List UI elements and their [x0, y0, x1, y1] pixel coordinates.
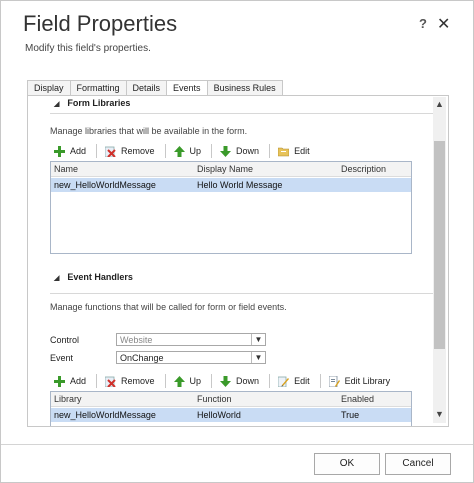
green-up-arrow-icon [173, 375, 185, 387]
field-properties-dialog: Field Properties Modify this field's pro… [0, 0, 474, 483]
pencil-edit-icon [277, 376, 290, 387]
handler-library-cell: new_HelloWorldMessage [54, 410, 156, 420]
edit-library-button[interactable]: Edit [276, 143, 314, 159]
control-value: Website [120, 335, 153, 345]
column-header-function[interactable]: Function [197, 392, 232, 406]
remove-handler-button[interactable]: Remove [103, 373, 159, 389]
collapse-triangle-icon[interactable]: ◢ [54, 275, 59, 282]
add-label: Add [70, 376, 87, 386]
folder-edit-icon [277, 146, 290, 157]
close-button[interactable]: ✕ [437, 14, 450, 34]
toolbar-separator [164, 374, 166, 388]
remove-library-button[interactable]: Remove [103, 143, 159, 159]
ok-button[interactable]: OK [314, 453, 380, 475]
column-header-display-name[interactable]: Display Name [197, 162, 253, 176]
toolbar-separator [211, 144, 213, 158]
column-header-enabled[interactable]: Enabled [341, 392, 374, 406]
cancel-button[interactable]: Cancel [385, 453, 451, 475]
green-down-arrow-icon [220, 375, 232, 387]
collapse-triangle-icon[interactable]: ◢ [54, 101, 59, 108]
scroll-up-icon[interactable]: ▲ [433, 97, 446, 111]
event-handlers-header[interactable]: ◢ Event Handlers [54, 272, 133, 282]
form-libraries-grid: Name Display Name Description new_HelloW… [50, 161, 412, 254]
tab-details[interactable]: Details [125, 80, 168, 95]
scroll-thumb[interactable] [434, 141, 445, 349]
toolbar-separator [269, 144, 271, 158]
column-header-name[interactable]: Name [54, 162, 78, 176]
add-handler-button[interactable]: Add [52, 373, 90, 389]
divider [50, 293, 434, 294]
help-button[interactable]: ? [419, 16, 427, 31]
tab-business-rules[interactable]: Business Rules [206, 80, 283, 95]
up-label: Up [189, 376, 202, 386]
tab-events[interactable]: Events [166, 80, 208, 96]
chevron-down-icon: ▼ [251, 334, 265, 345]
tab-formatting[interactable]: Formatting [69, 80, 127, 95]
panel-scrollbar[interactable]: ▲ ▼ [433, 97, 446, 423]
edit-label: Edit [294, 376, 310, 386]
event-label: Event [50, 353, 74, 363]
column-header-description[interactable]: Description [341, 162, 386, 176]
down-label: Down [236, 376, 260, 386]
library-display-name-cell: Hello World Message [197, 180, 283, 190]
form-libraries-header[interactable]: ◢ Form Libraries [54, 98, 130, 108]
toolbar-separator [269, 374, 271, 388]
add-library-button[interactable]: Add [52, 143, 90, 159]
event-handlers-grid: Library Function Enabled new_HelloWorldM… [50, 391, 412, 426]
toolbar-separator [96, 144, 98, 158]
toolbar-separator [96, 374, 98, 388]
chevron-down-icon: ▼ [251, 352, 265, 363]
down-handler-button[interactable]: Down [218, 373, 263, 389]
event-select[interactable]: OnChange ▼ [116, 351, 266, 364]
event-value: OnChange [120, 353, 164, 363]
form-libraries-description: Manage libraries that will be available … [50, 126, 248, 136]
form-libraries-toolbar: Add Remove Up Down Edit [52, 143, 314, 159]
divider [50, 113, 434, 114]
remove-label: Remove [121, 376, 155, 386]
library-name-cell: new_HelloWorldMessage [54, 180, 156, 190]
edit-library-label: Edit Library [344, 376, 391, 386]
up-handler-button[interactable]: Up [172, 373, 206, 389]
event-handlers-description: Manage functions that will be called for… [50, 302, 287, 312]
red-x-icon [104, 146, 116, 158]
dialog-title: Field Properties [23, 11, 178, 36]
grid-header-row: Library Function Enabled [51, 392, 411, 407]
events-panel: ◢ Form Libraries Manage libraries that wi… [27, 95, 449, 427]
edit-handler-button[interactable]: Edit [276, 373, 314, 389]
handler-enabled-cell: True [341, 410, 360, 420]
toolbar-separator [211, 374, 213, 388]
edit-label: Edit [294, 146, 310, 156]
event-handlers-title: Event Handlers [67, 272, 133, 282]
document-edit-icon [328, 375, 340, 387]
control-label: Control [50, 335, 80, 345]
event-handlers-toolbar: Add Remove Up Down Edit Edit Library [52, 373, 394, 389]
up-label: Up [189, 146, 202, 156]
green-plus-icon [54, 375, 65, 387]
down-library-button[interactable]: Down [218, 143, 263, 159]
tab-display[interactable]: Display [27, 80, 71, 95]
handler-function-cell: HelloWorld [197, 410, 241, 420]
red-x-icon [104, 376, 116, 388]
up-library-button[interactable]: Up [172, 143, 206, 159]
table-row[interactable]: new_HelloWorldMessage HelloWorld True [51, 408, 411, 422]
add-label: Add [70, 146, 87, 156]
form-libraries-title: Form Libraries [67, 98, 131, 108]
edit-library-button[interactable]: Edit Library [327, 373, 395, 389]
control-select[interactable]: Website ▼ [116, 333, 266, 346]
tab-bar: Display Formatting Details Events Busine… [27, 80, 283, 96]
remove-label: Remove [121, 146, 155, 156]
toolbar-separator [319, 374, 321, 388]
column-header-library[interactable]: Library [54, 392, 82, 406]
table-row[interactable]: new_HelloWorldMessage Hello World Messag… [51, 178, 411, 192]
scroll-down-icon[interactable]: ▼ [433, 407, 446, 421]
toolbar-separator [164, 144, 166, 158]
footer-divider [1, 444, 473, 445]
dialog-subtitle: Modify this field's properties. [25, 43, 151, 54]
down-label: Down [236, 146, 260, 156]
green-down-arrow-icon [220, 145, 232, 157]
green-plus-icon [54, 145, 65, 157]
grid-header-row: Name Display Name Description [51, 162, 411, 177]
green-up-arrow-icon [173, 145, 185, 157]
